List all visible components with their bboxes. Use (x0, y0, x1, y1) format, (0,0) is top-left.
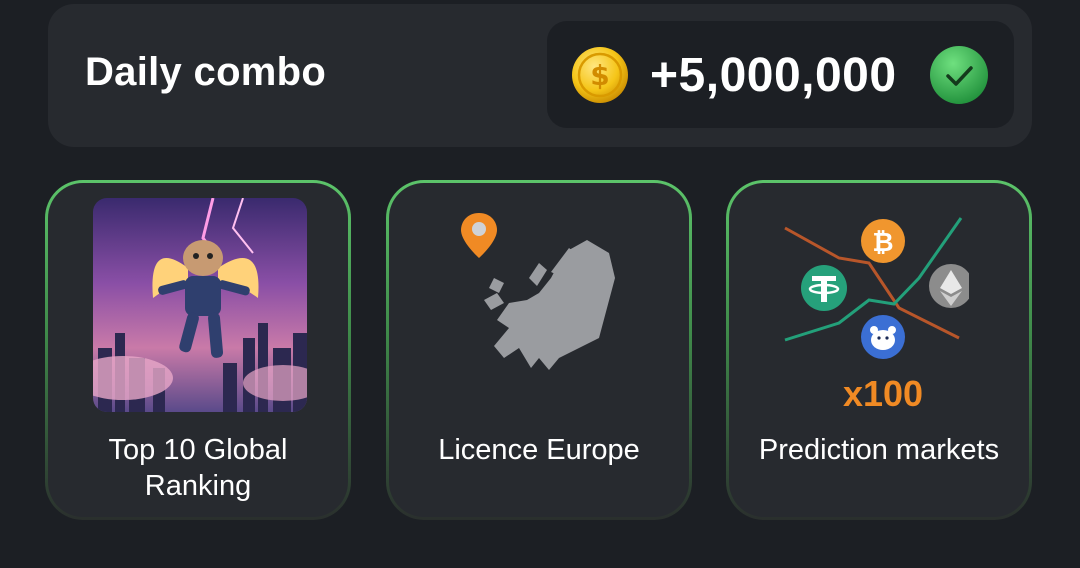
reward-box: $ +5,000,000 (547, 21, 1014, 128)
multiplier-label: x100 (843, 373, 923, 413)
daily-combo-panel: Daily combo $ +5,000,000 (48, 4, 1032, 147)
location-pin-icon (461, 213, 497, 258)
crypto-prediction-chart-icon: ₿ x100 (784, 217, 969, 413)
combo-card-top-10-global-ranking[interactable]: Top 10 Global Ranking (45, 180, 351, 520)
ethereum-coin-icon (929, 264, 969, 308)
tether-coin-icon (801, 265, 847, 311)
daily-combo-screen: Daily combo $ +5,000,000 Top 10 Global R… (0, 0, 1080, 568)
bitcoin-coin-icon: ₿ (861, 219, 905, 263)
card-label: Prediction markets (758, 434, 1000, 466)
combo-card-prediction-markets[interactable]: ₿ x100 Prediction markets (726, 180, 1032, 520)
europe-map-icon (461, 213, 615, 370)
gold-coin-icon: $ (572, 47, 628, 103)
svg-text:₿: ₿ (872, 228, 893, 258)
hamster-astronaut-image (93, 198, 307, 412)
card-label: Top 10 Global Ranking (108, 434, 288, 502)
reward-amount: +5,000,000 (650, 49, 897, 102)
daily-combo-title: Daily combo (85, 50, 327, 94)
check-icon (930, 46, 988, 104)
card-label: Licence Europe (438, 434, 640, 466)
hamster-coin-icon (861, 315, 905, 359)
combo-card-licence-europe[interactable]: Licence Europe (386, 180, 692, 520)
svg-text:$: $ (590, 59, 609, 92)
